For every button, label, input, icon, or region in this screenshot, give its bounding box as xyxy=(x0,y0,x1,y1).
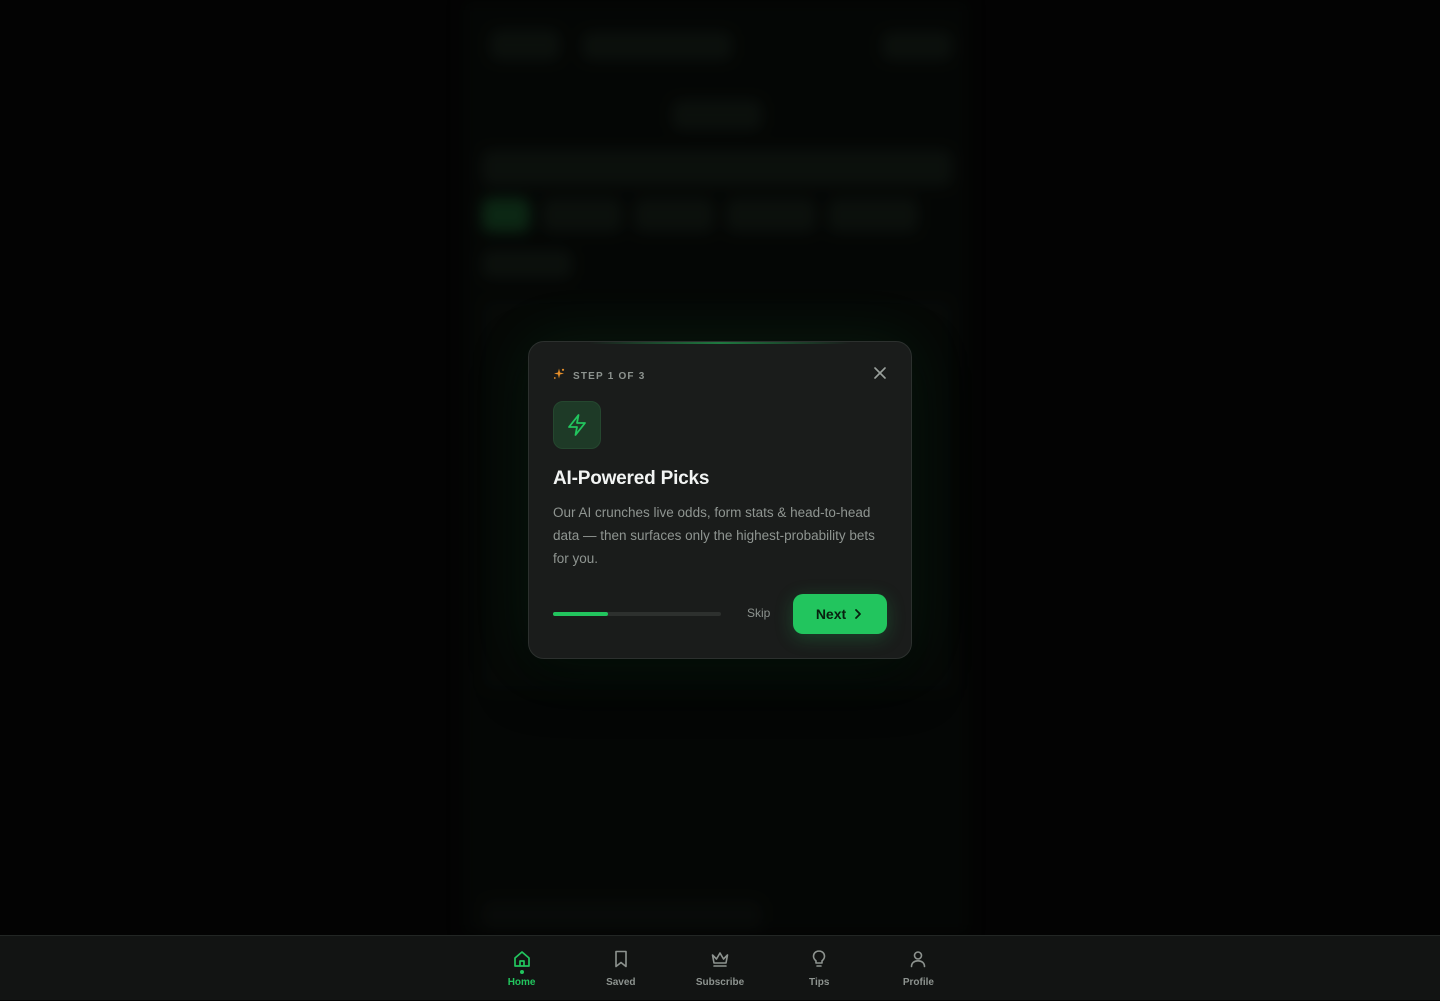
progress-fill xyxy=(553,612,609,616)
nav-label: Saved xyxy=(606,977,636,988)
nav-item-subscribe[interactable]: Subscribe xyxy=(670,936,769,1001)
nav-label: Subscribe xyxy=(695,977,745,988)
next-button-label: Next xyxy=(815,606,847,622)
onboarding-modal: STEP 1 OF 3 AI-Powered Picks Our AI crun… xyxy=(528,341,912,659)
chevron-right-icon xyxy=(855,609,862,619)
bottom-navigation: Home Saved Subscribe Tips Profile xyxy=(0,935,1440,1000)
sparkle-icon xyxy=(553,367,565,385)
skip-button[interactable]: Skip xyxy=(743,604,774,622)
step-indicator: STEP 1 OF 3 xyxy=(553,367,645,385)
nav-label: Tips xyxy=(809,977,830,988)
lightning-bolt-icon xyxy=(568,414,586,436)
modal-description: Our AI crunches live odds, form stats & … xyxy=(553,505,875,566)
step-label: STEP 1 OF 3 xyxy=(573,370,646,382)
close-icon xyxy=(874,367,886,379)
close-button[interactable] xyxy=(871,364,889,382)
feature-icon-tile xyxy=(553,401,601,449)
modal-accent-line xyxy=(589,342,851,344)
nav-item-tips[interactable]: Tips xyxy=(770,936,869,1001)
lightbulb-icon xyxy=(812,950,826,967)
nav-item-home[interactable]: Home xyxy=(472,936,571,1001)
nav-label: Home xyxy=(507,977,536,988)
nav-label: Profile xyxy=(902,977,934,988)
bookmark-icon xyxy=(614,950,627,968)
onboarding-progress-bar xyxy=(553,612,721,616)
nav-item-saved[interactable]: Saved xyxy=(571,936,670,1001)
crown-icon xyxy=(711,952,729,967)
next-button[interactable]: Next xyxy=(793,594,887,634)
home-icon xyxy=(513,951,530,967)
active-indicator-dot xyxy=(519,970,524,974)
user-icon xyxy=(911,951,926,968)
nav-item-profile[interactable]: Profile xyxy=(869,936,968,1001)
modal-title: AI-Powered Picks xyxy=(553,468,710,489)
